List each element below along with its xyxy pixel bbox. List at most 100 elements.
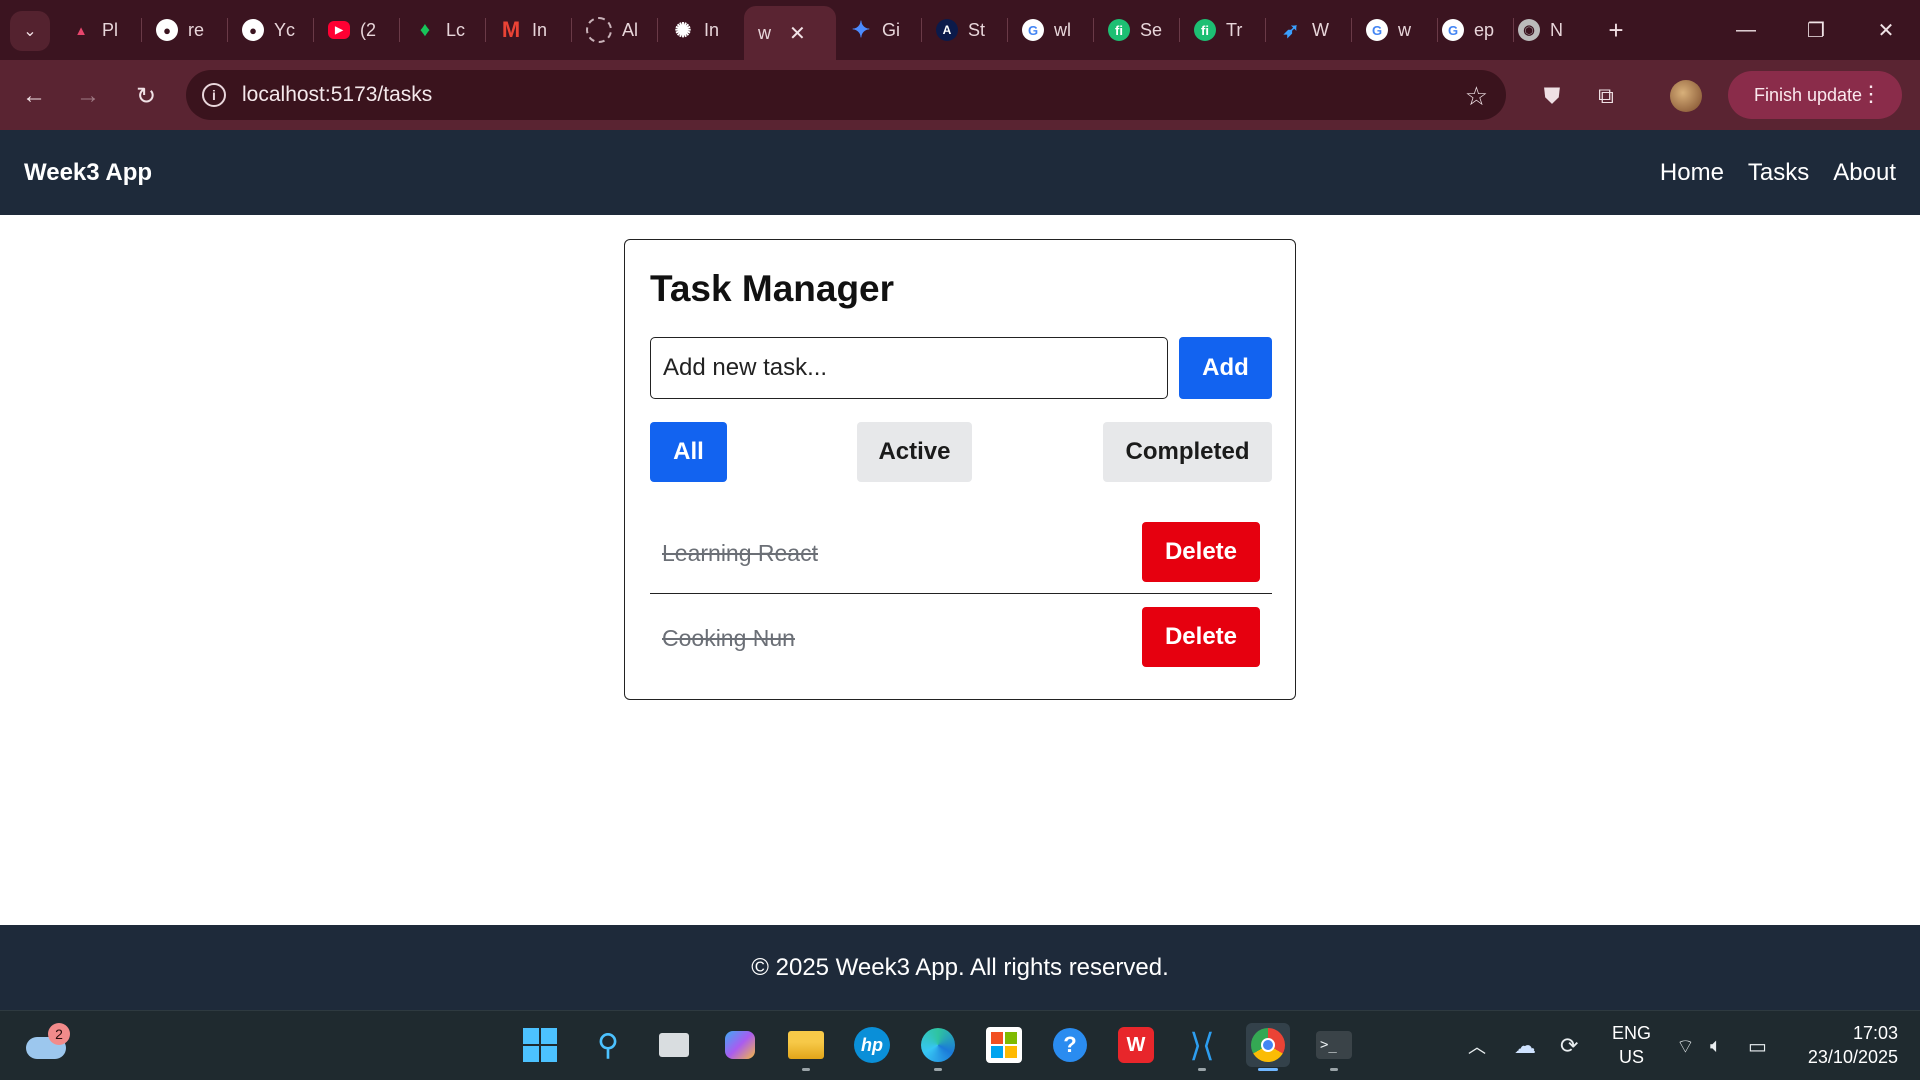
app-footer: © 2025 Week3 App. All rights reserved.	[0, 925, 1920, 1010]
weather-widget[interactable]: 2	[26, 1023, 70, 1059]
close-window-button[interactable]: ✕	[1864, 10, 1908, 50]
browser-tab[interactable]: ✺ In	[662, 12, 740, 48]
browser-tab[interactable]: ▶ (2	[318, 12, 396, 48]
task-text[interactable]: Cooking Nun	[662, 625, 795, 652]
footer-copyright: © 2025 Week3 App. All rights reserved.	[751, 953, 1169, 981]
edge-icon[interactable]	[916, 1023, 960, 1071]
onedrive-sync-icon[interactable]: ☁	[1514, 1011, 1536, 1080]
bird-icon: ➶	[1282, 19, 1300, 42]
fiverr-icon: fi	[1108, 19, 1130, 41]
filter-completed-button[interactable]: Completed	[1103, 422, 1272, 482]
minimize-icon: —	[1736, 18, 1756, 41]
browser-tab[interactable]: Al	[576, 12, 654, 48]
new-task-input[interactable]	[650, 337, 1168, 399]
openai-icon: ✺	[674, 19, 692, 42]
tab-search-button[interactable]: ⌄	[10, 11, 50, 51]
tray-chevron-up-icon[interactable]: ︿	[1468, 1011, 1486, 1080]
browser-tab[interactable]: ● Yc	[232, 12, 310, 48]
youtube-icon: ▶	[328, 21, 350, 39]
get-help-icon[interactable]: ?	[1048, 1023, 1092, 1067]
nav-link-tasks[interactable]: Tasks	[1748, 159, 1809, 187]
plus-icon: +	[1608, 14, 1624, 45]
system-clock[interactable]: 17:03 23/10/2025	[1808, 1021, 1898, 1069]
windows-taskbar: 2 ⚲ hp ? W ⟩⟨ >_ ︿ ☁ ⟳ ENG US ⌔ 🔈︎ ▭ 17:…	[0, 1010, 1920, 1080]
page-title: Task Manager	[650, 268, 895, 309]
angular-icon: A	[936, 19, 958, 41]
start-button[interactable]	[518, 1023, 562, 1067]
nav-link-home[interactable]: Home	[1660, 159, 1724, 187]
browser-tab[interactable]: ✦ Gi	[840, 12, 918, 48]
file-explorer-icon[interactable]	[784, 1023, 828, 1071]
url-text[interactable]: localhost:5173/tasks	[242, 83, 432, 107]
browser-tab[interactable]: A St	[926, 12, 1004, 48]
sync-icon[interactable]: ⟳	[1560, 1011, 1578, 1080]
browser-tab[interactable]: ♦ Lc	[404, 12, 482, 48]
browser-tab-active[interactable]: w ✕	[744, 6, 836, 60]
fiverr-icon: fi	[1194, 19, 1216, 41]
browser-tab[interactable]: ▲ Pl	[60, 12, 138, 48]
terminal-icon[interactable]: >_	[1312, 1023, 1356, 1071]
google-icon: G	[1022, 19, 1044, 41]
add-task-button[interactable]: Add	[1179, 337, 1272, 399]
nav-link-about[interactable]: About	[1833, 159, 1896, 187]
browser-tab[interactable]: G wl	[1012, 12, 1090, 48]
browser-tab[interactable]: ➶ W	[1270, 12, 1348, 48]
battery-icon[interactable]: ▭	[1748, 1011, 1767, 1080]
hp-icon[interactable]: hp	[850, 1023, 894, 1067]
app-brand[interactable]: Week3 App	[24, 159, 152, 187]
bookmark-star-icon[interactable]: ☆	[1465, 81, 1488, 112]
wps-office-icon[interactable]: W	[1114, 1023, 1158, 1067]
profile-avatar[interactable]	[1670, 80, 1702, 112]
reload-button[interactable]: ↻	[128, 78, 164, 114]
google-icon: G	[1442, 19, 1464, 41]
extensions-puzzle-icon[interactable]: ⧉	[1590, 80, 1622, 112]
chevron-down-icon: ⌄	[23, 23, 37, 40]
close-icon: ✕	[1877, 19, 1895, 42]
copilot-icon[interactable]	[718, 1023, 762, 1067]
browser-tab[interactable]: ◉ N	[1508, 12, 1586, 48]
arrow-left-icon: ←	[22, 82, 46, 109]
mongodb-leaf-icon: ♦	[419, 18, 431, 41]
loading-circle-icon	[586, 17, 612, 43]
delete-task-button[interactable]: Delete	[1142, 607, 1260, 667]
restore-button[interactable]: ❐	[1794, 10, 1838, 50]
browser-tab[interactable]: M In	[490, 12, 568, 48]
search-icon[interactable]: ⚲	[586, 1023, 630, 1067]
forward-button[interactable]: →	[70, 78, 106, 114]
restore-icon: ❐	[1807, 19, 1825, 42]
chrome-icon[interactable]	[1246, 1023, 1290, 1071]
browser-tab[interactable]: fi Tr	[1184, 12, 1262, 48]
task-view-icon[interactable]	[652, 1023, 696, 1067]
browser-tab[interactable]: fi Se	[1098, 12, 1176, 48]
shield-extension-icon[interactable]: ⛊	[1536, 80, 1568, 112]
back-button[interactable]: ←	[16, 78, 52, 114]
close-tab-icon[interactable]: ✕	[789, 21, 806, 46]
chrome-icon: ◉	[1518, 19, 1540, 41]
more-vert-icon: ⋮	[1860, 81, 1882, 106]
task-item: Cooking Nun Delete	[650, 595, 1272, 679]
browser-tab[interactable]: G w	[1356, 12, 1434, 48]
delete-task-button[interactable]: Delete	[1142, 522, 1260, 582]
browser-tab[interactable]: G ep	[1432, 12, 1510, 48]
filter-active-button[interactable]: Active	[857, 422, 972, 482]
language-indicator[interactable]: ENG US	[1612, 1021, 1651, 1069]
new-tab-button[interactable]: +	[1600, 14, 1632, 46]
volume-icon[interactable]: 🔈︎	[1710, 1011, 1722, 1080]
windows-logo-icon	[523, 1028, 557, 1062]
microsoft-store-icon[interactable]	[982, 1023, 1026, 1067]
filter-all-button[interactable]: All	[650, 422, 727, 482]
minimize-button[interactable]: —	[1724, 10, 1768, 50]
site-info-icon[interactable]: i	[202, 83, 226, 107]
vscode-icon[interactable]: ⟩⟨	[1180, 1023, 1224, 1071]
address-bar[interactable]: i localhost:5173/tasks ☆	[186, 70, 1506, 120]
browser-tab[interactable]: ● re	[146, 12, 224, 48]
wifi-icon[interactable]: ⌔	[1676, 1011, 1695, 1080]
task-text[interactable]: Learning React	[662, 540, 818, 567]
task-manager-card: Task Manager Add All Active Completed Le…	[624, 239, 1296, 700]
gemini-icon: ✦	[851, 17, 871, 42]
github-icon: ●	[242, 19, 264, 41]
arrow-right-icon: →	[76, 82, 100, 109]
finish-update-button[interactable]: Finish update ⋮	[1728, 71, 1902, 119]
gmail-icon: M	[501, 17, 521, 42]
browser-toolbar: ← → ↻ i localhost:5173/tasks ☆ ⛊ ⧉ Finis…	[0, 60, 1920, 130]
